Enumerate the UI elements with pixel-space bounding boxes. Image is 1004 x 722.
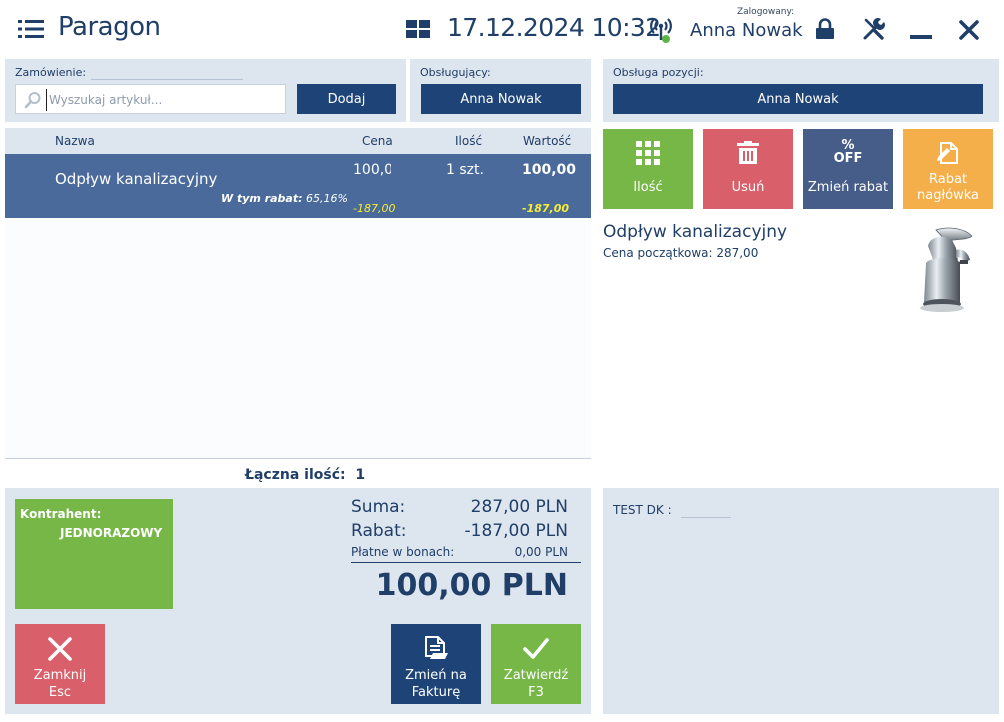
total-quantity: Łączna ilość: 1 (245, 467, 365, 483)
row-discount-value: -187,00 (522, 202, 570, 215)
confirm-button-label: Zatwierdź F3 (491, 667, 581, 701)
change-to-invoice-button[interactable]: Zmień na Fakturę (391, 624, 481, 704)
test-dk-underline (681, 517, 731, 518)
header-discount-button[interactable]: Rabat nagłówka (903, 129, 993, 209)
header-bar: Paragon 17.12.2024 10:32 Zalogowany: Ann… (0, 0, 1004, 58)
test-dk-label: TEST DK : (613, 503, 672, 517)
search-icon (24, 92, 41, 109)
datetime: 17.12.2024 10:32 (447, 13, 661, 42)
search-box[interactable] (15, 84, 286, 114)
connection-signal-icon (650, 18, 672, 43)
table-row[interactable]: Odpływ kanalizacyjny 100,00 1 szt. 100,0… (5, 154, 591, 218)
quantity-button[interactable]: Ilość (603, 129, 693, 209)
column-header-name[interactable]: Nazwa (55, 134, 95, 148)
discount-value: -187,00 PLN (464, 521, 568, 541)
table-header: Nazwa Cena Ilość Wartość (5, 128, 591, 154)
row-item-price: 100,00 (353, 162, 391, 178)
header-discount-label: Rabat nagłówka (916, 172, 979, 203)
close-button[interactable]: Zamknij Esc (15, 624, 105, 704)
add-button[interactable]: Dodaj (297, 84, 396, 114)
product-name: Odpływ kanalizacyjny (603, 222, 788, 242)
summary-divider (351, 562, 581, 563)
position-service-panel: Obsługa pozycji: Anna Nowak (603, 59, 999, 122)
checkmark-icon (523, 638, 549, 659)
delete-button-label: Usuń (731, 180, 765, 195)
voucher-label: Płatne w bonach: (351, 545, 455, 559)
row-item-name: Odpływ kanalizacyjny (55, 170, 218, 188)
trash-icon (737, 141, 759, 164)
minimize-icon[interactable] (910, 35, 932, 39)
grand-total: 100,00 PLN (375, 568, 568, 603)
document-edit-icon (937, 142, 958, 164)
sum-label: Suma: (351, 497, 406, 517)
invoice-button-line2: Fakturę (411, 685, 461, 700)
serving-label: Obsługujący: (420, 66, 491, 79)
close-x-icon (48, 637, 72, 661)
total-quantity-label: Łączna ilość: (245, 467, 346, 483)
row-discount-info: W tym rabat: 65,16% (221, 192, 348, 205)
change-to-invoice-label: Zmień na Fakturę (391, 667, 481, 701)
row-item-value: 100,00 (522, 162, 577, 178)
close-button-line1: Zamknij (33, 668, 87, 683)
close-window-icon[interactable] (958, 19, 980, 41)
invoice-document-icon (425, 636, 448, 659)
row-discount-label: W tym rabat: (221, 192, 303, 205)
row-item-qty: 1 szt. (446, 162, 484, 178)
layout-grid-icon[interactable] (406, 20, 430, 38)
search-input[interactable] (46, 89, 281, 111)
order-number-underline (91, 79, 243, 80)
serving-panel: Obsługujący: Anna Nowak (410, 59, 591, 122)
voucher-value: 0,00 PLN (514, 545, 568, 559)
tools-icon[interactable] (862, 17, 886, 41)
product-image (920, 227, 973, 312)
pos-window: Paragon 17.12.2024 10:32 Zalogowany: Ann… (0, 0, 1004, 722)
confirm-button-line2: F3 (528, 685, 544, 700)
side-info-panel: TEST DK : (603, 488, 999, 714)
confirm-button[interactable]: Zatwierdź F3 (491, 624, 581, 704)
menu-icon[interactable] (18, 19, 44, 39)
row-discount-price: -187,00 (353, 202, 396, 215)
close-button-line2: Esc (48, 685, 72, 700)
customer-button[interactable]: Kontrahent: JEDNORAZOWY (15, 499, 173, 609)
summary-panel: Kontrahent: JEDNORAZOWY Suma: 287,00 PLN… (5, 488, 591, 714)
items-table: Nazwa Cena Ilość Wartość Odpływ kanaliza… (5, 128, 591, 484)
discount-off-icon: % OFF (803, 139, 893, 165)
change-discount-button[interactable]: % OFF Zmień rabat (803, 129, 893, 209)
column-header-qty[interactable]: Ilość (455, 134, 482, 148)
delete-button[interactable]: Usuń (703, 129, 793, 209)
order-label: Zamówienie: (15, 66, 87, 79)
confirm-button-line1: Zatwierdź (503, 668, 569, 683)
app-title: Paragon (58, 12, 161, 42)
discount-label: Rabat: (351, 521, 407, 541)
invoice-button-line1: Zmień na (405, 668, 467, 683)
position-service-user-button[interactable]: Anna Nowak (613, 84, 983, 114)
order-panel: Zamówienie: Dodaj (5, 59, 406, 122)
column-header-value[interactable]: Wartość (523, 134, 571, 148)
discount-icon-off: OFF (833, 151, 863, 166)
row-discount-percent: 65,16% (306, 192, 348, 205)
position-service-label: Obsługa pozycji: (613, 66, 704, 79)
total-quantity-value: 1 (355, 467, 366, 483)
lock-icon[interactable] (814, 18, 836, 40)
total-quantity-bar: Łączna ilość: 1 (5, 458, 591, 488)
change-discount-label: Zmień rabat (807, 180, 889, 195)
product-initial-price: Cena początkowa: 287,00 (603, 246, 759, 260)
serving-user-button[interactable]: Anna Nowak (421, 84, 581, 114)
customer-value: JEDNORAZOWY (60, 526, 163, 540)
logged-in-user: Anna Nowak (690, 20, 803, 41)
customer-label: Kontrahent: (20, 507, 102, 521)
sum-value: 287,00 PLN (470, 497, 568, 517)
keypad-icon (636, 141, 660, 165)
column-header-price[interactable]: Cena (362, 134, 393, 148)
quantity-button-label: Ilość (633, 180, 663, 195)
logged-in-label: Zalogowany: (737, 7, 795, 17)
close-button-label: Zamknij Esc (15, 667, 105, 701)
